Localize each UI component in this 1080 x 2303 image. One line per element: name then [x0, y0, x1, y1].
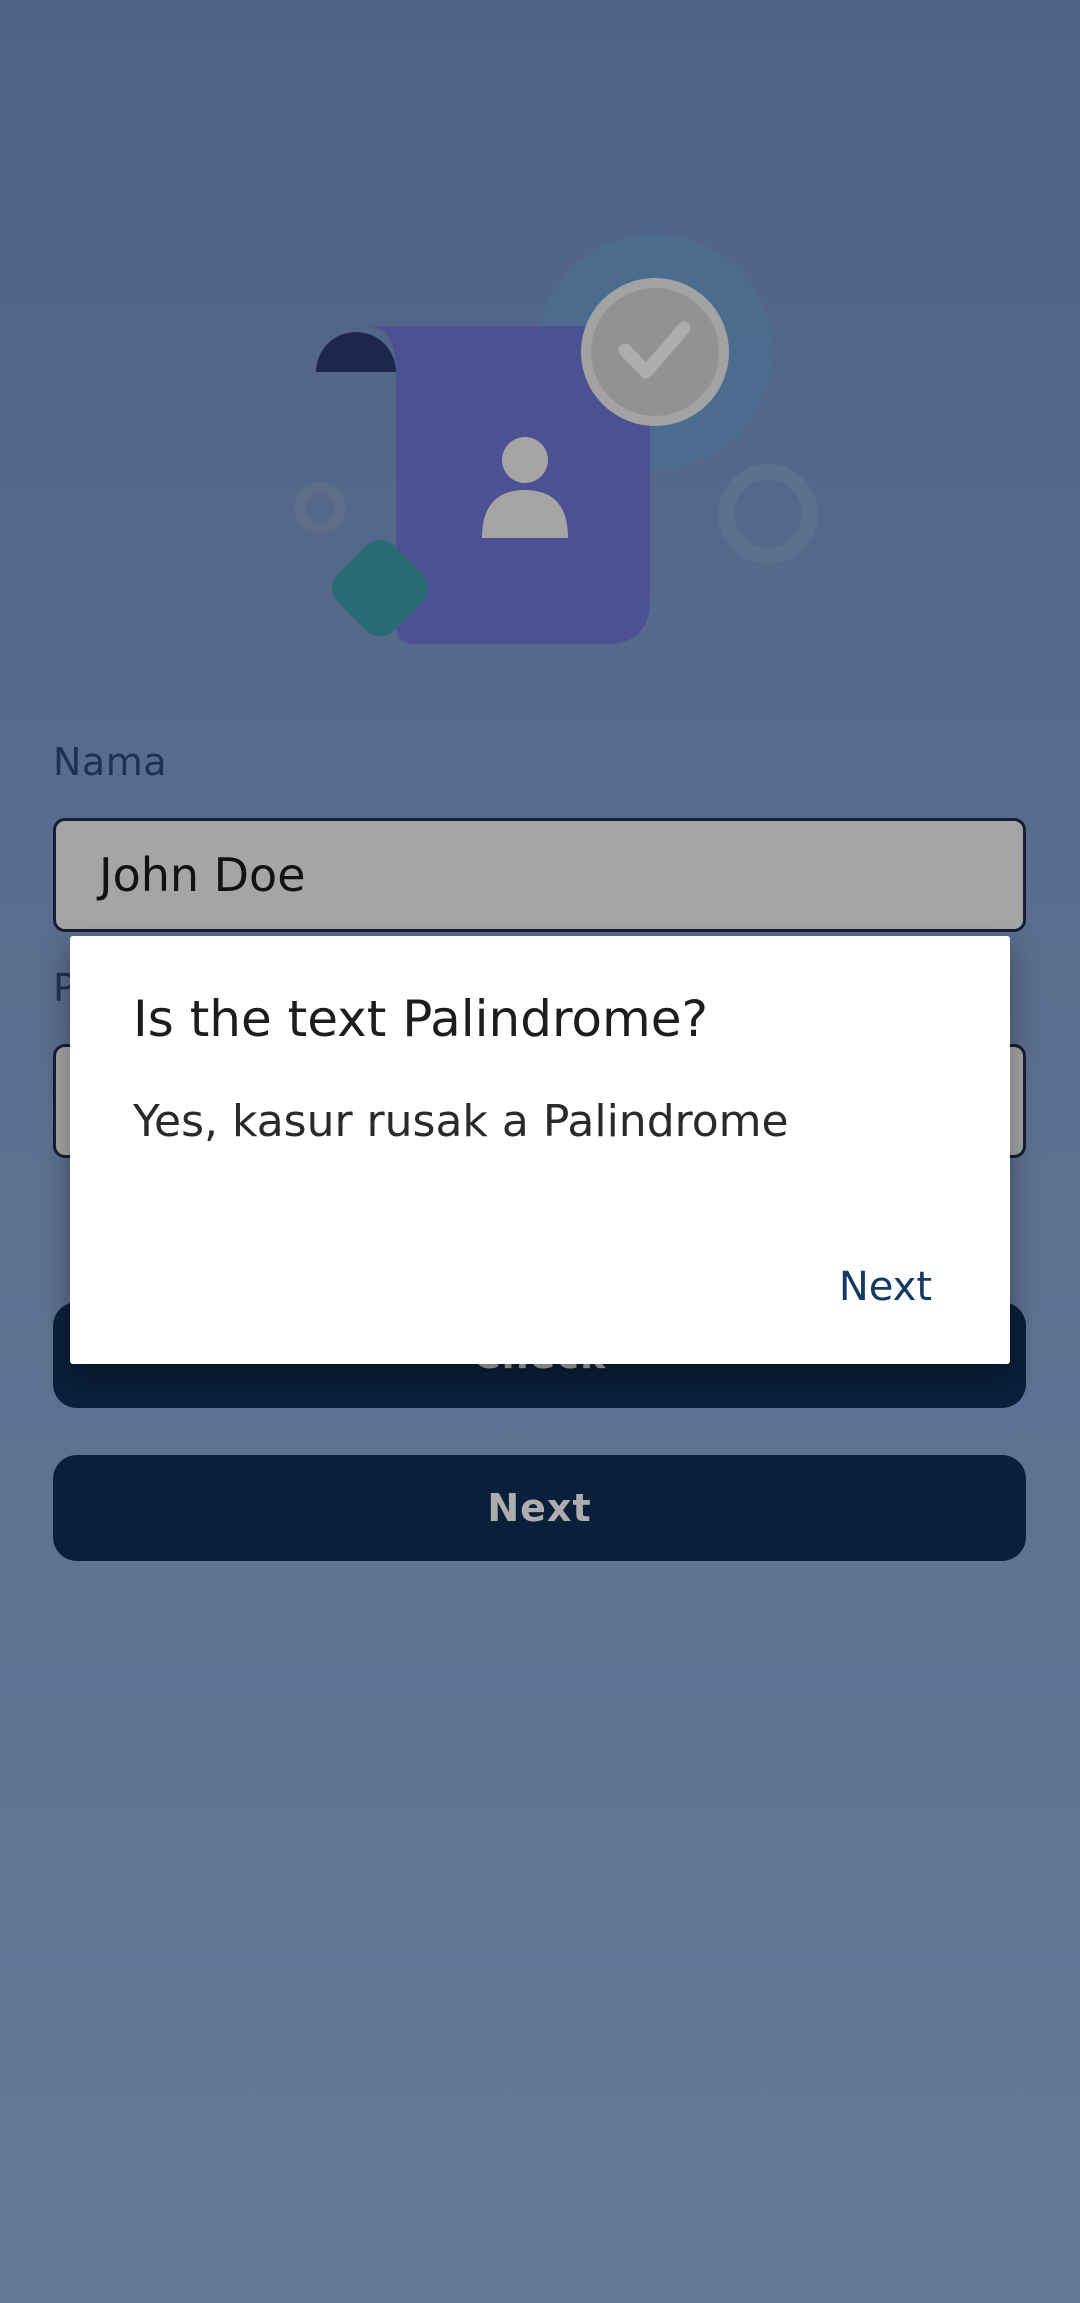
- dialog-next-button[interactable]: Next: [831, 1258, 940, 1316]
- dialog-title: Is the text Palindrome?: [133, 990, 709, 1048]
- palindrome-result-dialog: Is the text Palindrome? Yes, kasur rusak…: [70, 936, 1010, 1364]
- dialog-message: Yes, kasur rusak a Palindrome: [133, 1096, 789, 1147]
